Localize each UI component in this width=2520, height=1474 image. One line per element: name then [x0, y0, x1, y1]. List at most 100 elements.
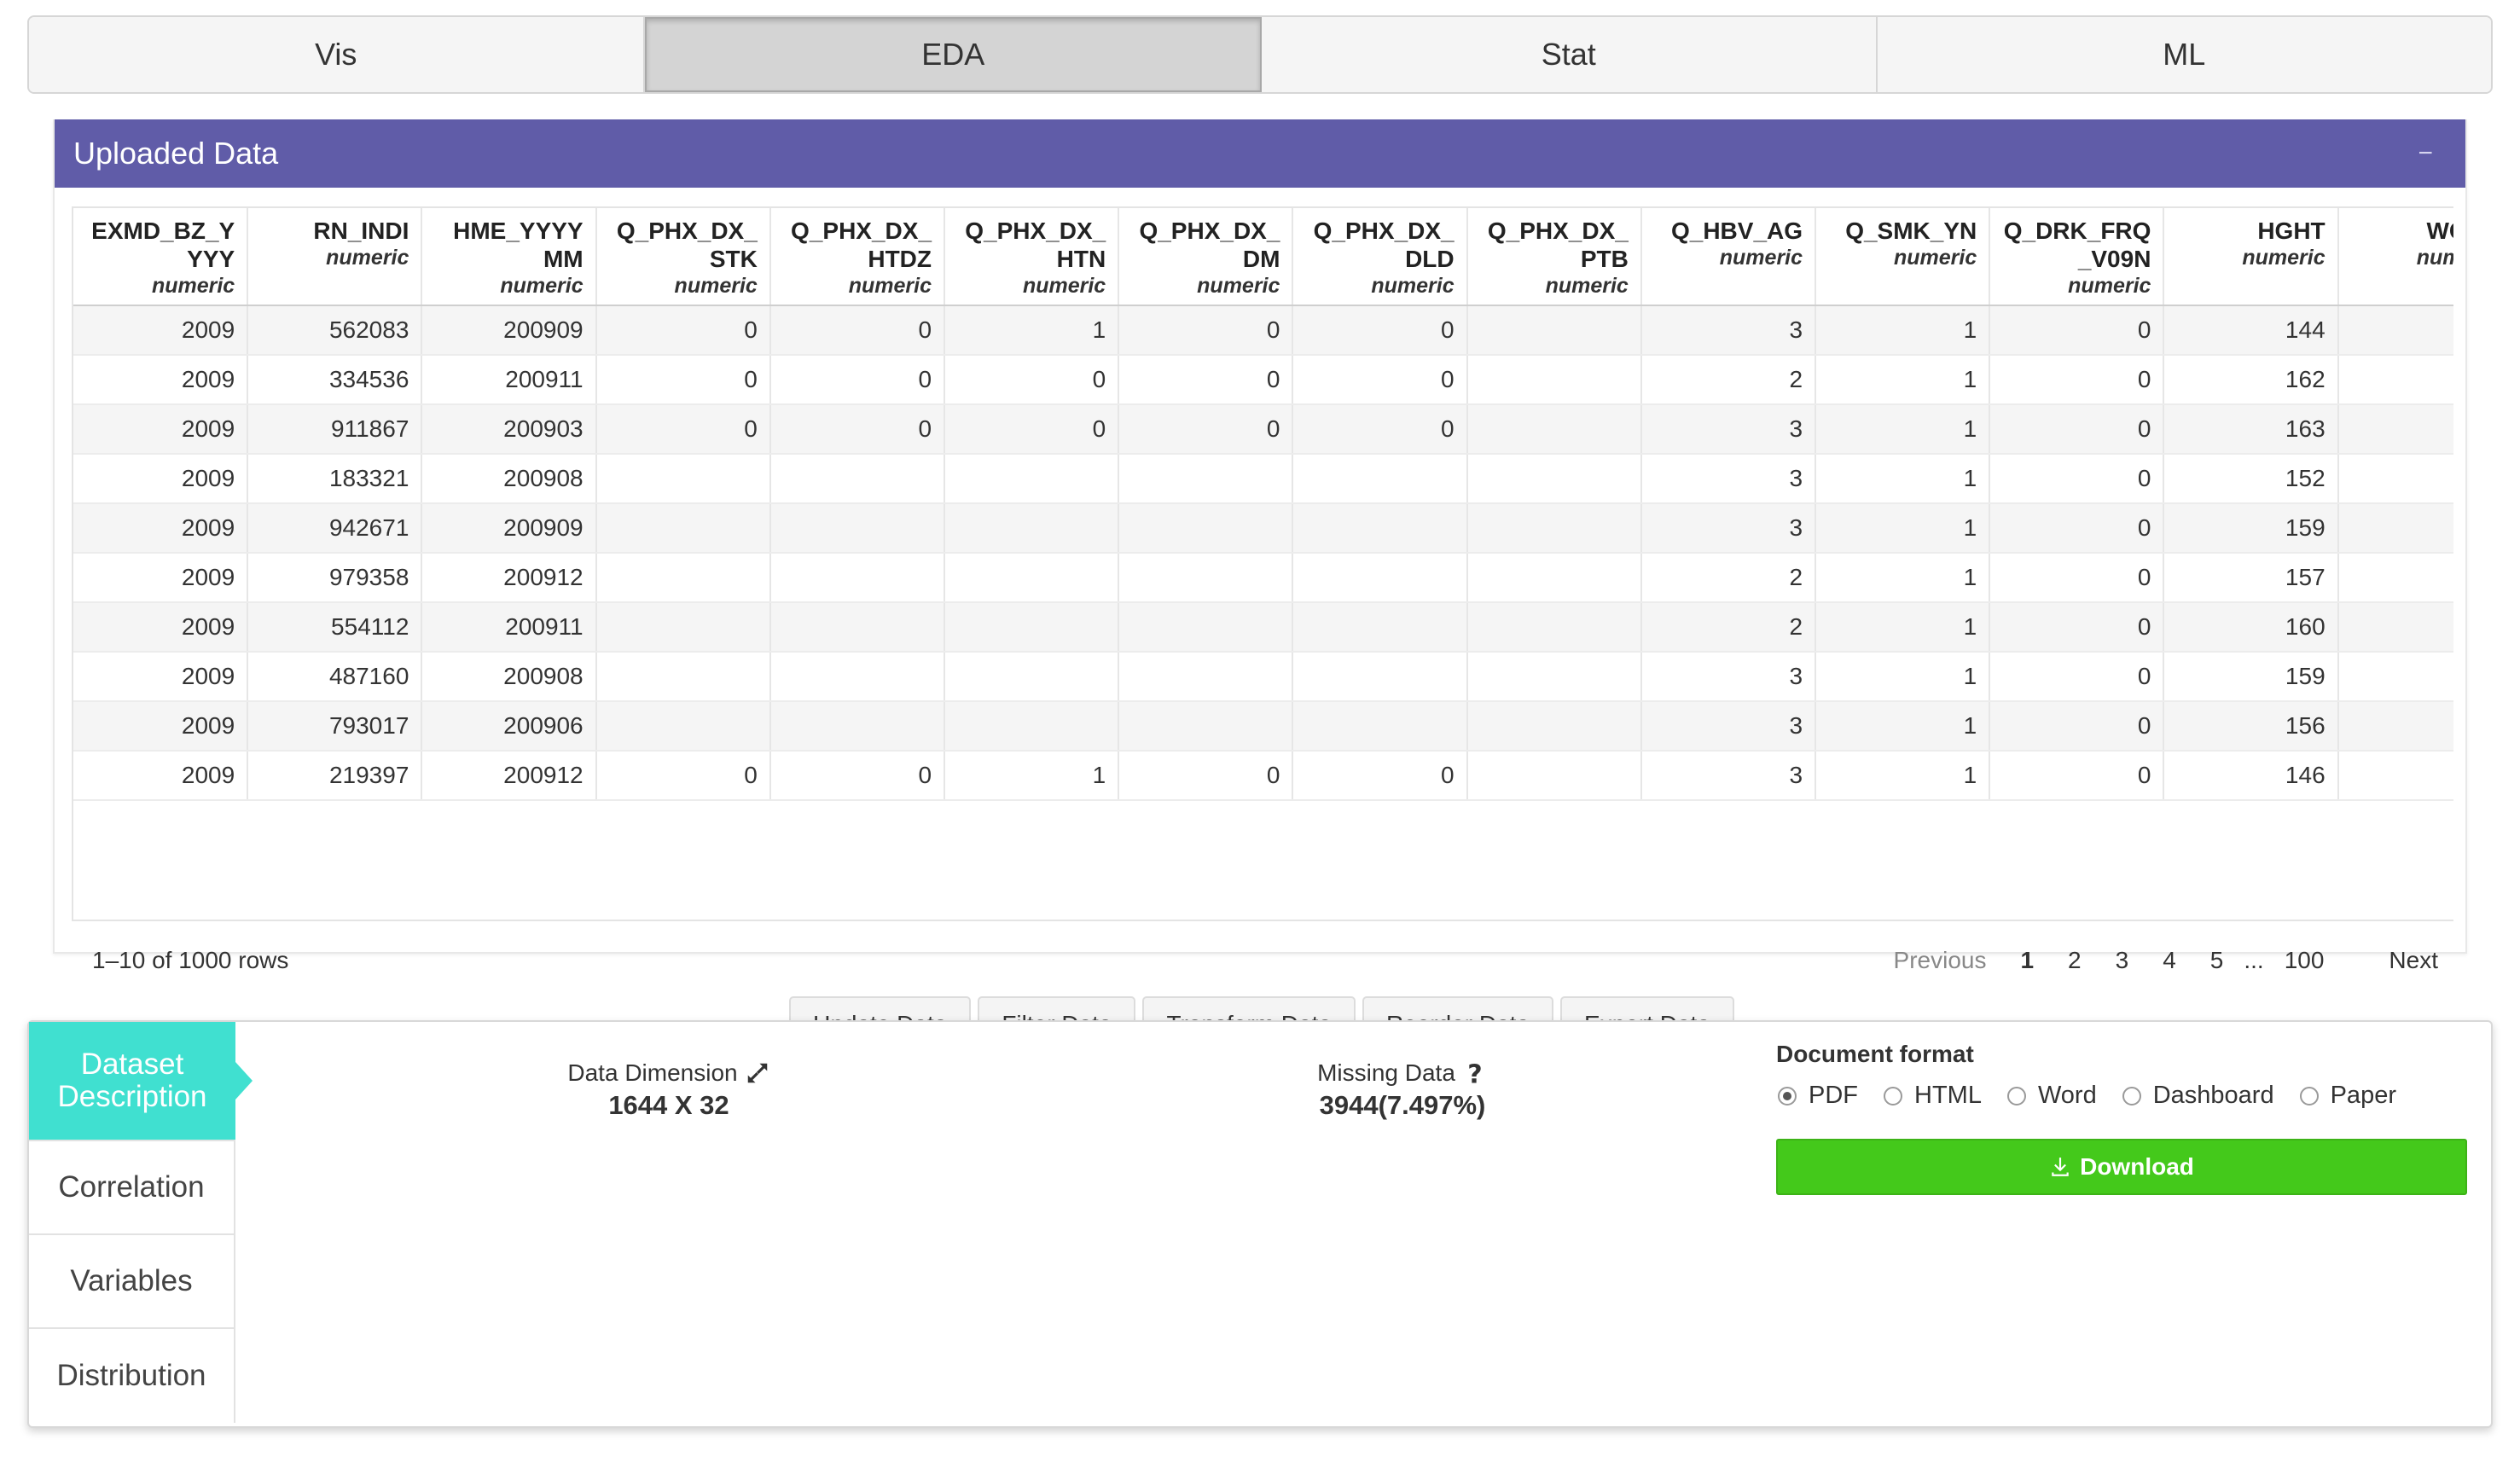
radio-option-html[interactable]: HTML — [1882, 1082, 1982, 1110]
expand-icon[interactable] — [745, 1060, 770, 1086]
table-cell: 200909 — [421, 305, 597, 356]
side-item-distribution[interactable]: Distribution — [29, 1329, 235, 1423]
column-name: HME_YYYYMM — [453, 218, 584, 272]
table-cell — [944, 602, 1120, 653]
page-button-4[interactable]: 4 — [2145, 947, 2193, 974]
box-header: Uploaded Data − — [55, 119, 2465, 188]
table-cell: 0 — [769, 355, 946, 405]
column-header[interactable]: Q_SMK_YN numeric — [1815, 208, 1991, 306]
table-cell: 1 — [1815, 652, 1991, 702]
table-cell: 200911 — [421, 602, 597, 653]
side-item-variables[interactable]: Variables — [29, 1235, 235, 1329]
column-name: Q_SMK_YN — [1845, 218, 1977, 244]
column-header[interactable]: EXMD_BZ_YYYY numeric — [73, 208, 249, 306]
table-cell: 0 — [1989, 553, 2165, 603]
table-cell: 200903 — [421, 404, 597, 455]
radio-unchecked-icon[interactable] — [1884, 1086, 1902, 1106]
table-cell: 793017 — [247, 701, 423, 752]
table-cell: 0 — [1118, 305, 1294, 356]
page-button-3[interactable]: 3 — [2099, 947, 2146, 974]
collapse-button[interactable]: − — [2404, 139, 2447, 168]
table-row: 20092193972009120010031014648 — [73, 751, 2453, 801]
table-cell: 3 — [1640, 305, 1817, 356]
column-name: RN_INDI — [313, 218, 409, 244]
table-cell: 0 — [1292, 305, 1468, 356]
table-cell: 554112 — [247, 602, 423, 653]
column-header[interactable]: Q_DRK_FRQ_V09N numeric — [1989, 208, 2165, 306]
table-cell — [769, 602, 946, 653]
table-cell: 200906 — [421, 701, 597, 752]
radio-option-paper[interactable]: Paper — [2298, 1082, 2396, 1110]
radio-label-word: Word — [2037, 1082, 2097, 1109]
table-cell: 0 — [1989, 454, 2165, 504]
radio-unchecked-icon[interactable] — [2299, 1086, 2319, 1106]
table-cell: 0 — [1989, 355, 2165, 405]
table-cell: 3 — [1640, 701, 1817, 752]
table-cell: 159 — [2163, 503, 2339, 554]
radio-unchecked-icon[interactable] — [2122, 1086, 2141, 1106]
column-header[interactable]: Q_PHX_DX_DLD numeric — [1292, 208, 1468, 306]
column-name: Q_PHX_DX_STK — [616, 218, 758, 272]
radio-unchecked-icon[interactable] — [2006, 1086, 2026, 1106]
table-cell: 163 — [2163, 404, 2339, 455]
column-header[interactable]: RN_INDI numeric — [247, 208, 423, 306]
download-button[interactable]: Download — [1776, 1139, 2467, 1195]
table-cell: 3 — [1640, 503, 1817, 554]
next-page-button[interactable]: Next — [2341, 947, 2455, 974]
page-button-100[interactable]: 100 — [2267, 947, 2342, 974]
previous-page-button[interactable]: Previous — [1877, 947, 2004, 974]
table-cell: 0 — [1989, 305, 2165, 356]
table-cell — [769, 454, 946, 504]
radio-option-word[interactable]: Word — [2006, 1082, 2097, 1110]
tab-eda[interactable]: EDA — [644, 17, 1262, 92]
document-format-title: Document format — [1776, 1041, 1974, 1067]
question-mark-icon[interactable]: ? — [1462, 1060, 1488, 1086]
table-cell — [595, 454, 771, 504]
radio-checked-icon[interactable] — [1778, 1086, 1797, 1106]
table-cell — [1292, 701, 1468, 752]
table-cell — [1292, 553, 1468, 603]
table-cell: 157 — [2163, 553, 2339, 603]
page-button-5[interactable]: 5 — [2193, 947, 2241, 974]
table-cell — [769, 503, 946, 554]
page-button-1[interactable]: 1 — [2003, 947, 2051, 974]
table-cell — [1466, 503, 1642, 554]
column-header[interactable]: HGHT numeric — [2163, 208, 2339, 306]
column-header[interactable]: Q_PHX_DX_PTB numeric — [1466, 208, 1642, 306]
column-header[interactable]: Q_PHX_DX_HTDZ numeric — [769, 208, 946, 306]
download-icon — [2052, 1158, 2069, 1176]
table-cell: 160 — [2163, 602, 2339, 653]
table-cell — [595, 553, 771, 603]
column-name: Q_PHX_DX_HTN — [965, 218, 1106, 272]
data-table: EXMD_BZ_YYYY numeric RN_INDI numeric HME_YYY… — [73, 208, 2453, 801]
radio-option-pdf[interactable]: PDF — [1776, 1082, 1858, 1110]
table-cell — [944, 701, 1120, 752]
side-item-correlation[interactable]: Correlation — [29, 1141, 235, 1235]
column-header[interactable]: Q_PHX_DX_HTN numeric — [944, 208, 1120, 306]
table-cell: 2009 — [73, 553, 249, 603]
column-header[interactable]: Q_PHX_DX_STK numeric — [595, 208, 771, 306]
page-button-2[interactable]: 2 — [2051, 947, 2099, 974]
data-table-wrapper[interactable]: EXMD_BZ_YYYY numeric RN_INDI numeric HME_YYY… — [72, 206, 2453, 921]
column-header[interactable]: WGHTnumeric — [2337, 208, 2453, 306]
table-cell: 200911 — [421, 355, 597, 405]
table-cell — [1466, 355, 1642, 405]
table-cell: 3 — [1640, 454, 1817, 504]
table-cell — [944, 503, 1120, 554]
tab-vis[interactable]: Vis — [29, 17, 645, 92]
column-header[interactable]: HME_YYYYMM numeric — [421, 208, 597, 306]
radio-option-dashboard[interactable]: Dashboard — [2121, 1082, 2274, 1110]
table-cell — [1292, 652, 1468, 702]
table-cell: 0 — [769, 751, 946, 801]
column-header[interactable]: Q_HBV_AG numeric — [1640, 208, 1817, 306]
table-cell: 1 — [1815, 553, 1991, 603]
table-cell: 911867 — [247, 404, 423, 455]
table-cell: 3 — [1640, 404, 1817, 455]
table-cell — [944, 652, 1120, 702]
column-header[interactable]: Q_PHX_DX_DM numeric — [1118, 208, 1294, 306]
side-item-dataset-description[interactable]: Dataset Description — [29, 1022, 253, 1141]
tab-stat[interactable]: Stat — [1262, 17, 1878, 92]
tab-ml[interactable]: ML — [1877, 17, 2491, 92]
table-cell: 942671 — [247, 503, 423, 554]
table-cell: 65 — [2337, 404, 2453, 455]
